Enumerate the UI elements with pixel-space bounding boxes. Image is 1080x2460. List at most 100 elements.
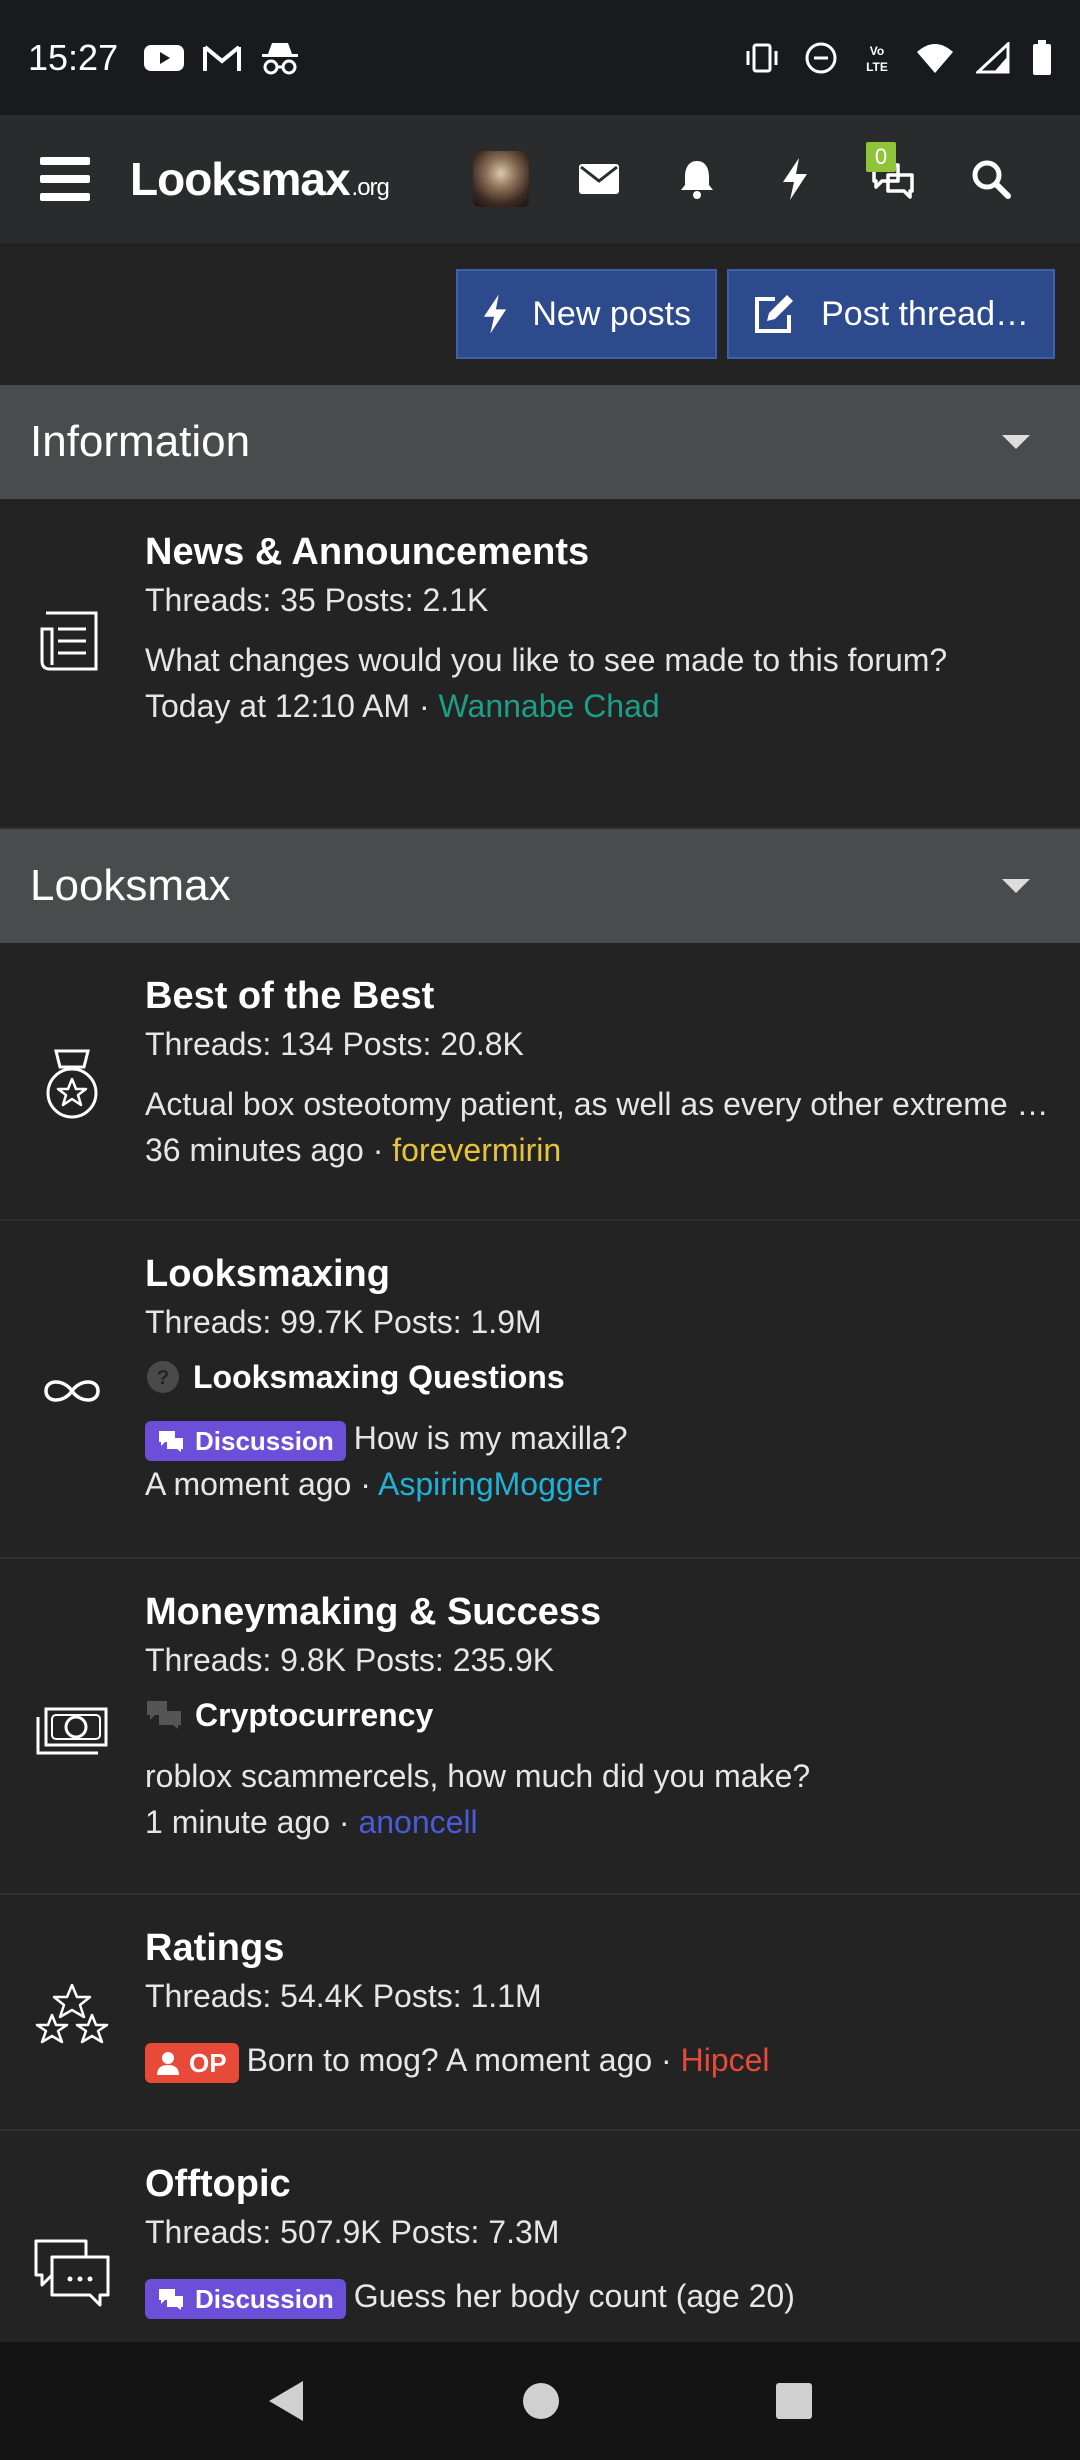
forum-stats: Threads: 99.7K Posts: 1.9M: [145, 1304, 542, 1340]
forum-row-offtopic[interactable]: Offtopic Threads: 507.9K Posts: 7.3M Dis…: [0, 2131, 1080, 2342]
app-header: Looksmax.org 0: [0, 115, 1080, 243]
discussion-prefix[interactable]: Discussion: [145, 1420, 346, 1461]
document-icon: [40, 611, 98, 671]
latest-meta: Today at 12:10 AM · Wannabe Chad: [145, 683, 1060, 729]
post-thread-label: Post thread…: [821, 294, 1029, 333]
comments-icon: [34, 2239, 110, 2307]
forum-row-news[interactable]: News & Announcements Threads: 35 Posts: …: [0, 499, 1080, 829]
forum-stats: Threads: 507.9K Posts: 7.3M: [145, 2214, 560, 2250]
category-header-looksmax[interactable]: Looksmax: [0, 829, 1080, 943]
back-icon[interactable]: [267, 2379, 307, 2423]
forum-title[interactable]: News & Announcements: [145, 529, 1060, 575]
recents-icon[interactable]: [775, 2382, 813, 2420]
battery-icon: [1032, 39, 1052, 76]
wifi-icon: [916, 42, 954, 74]
menu-icon[interactable]: [40, 157, 90, 201]
conversations-badge: 0: [866, 142, 896, 172]
infinity-icon: [44, 1380, 100, 1402]
gmail-icon: [202, 43, 242, 73]
latest-thread-link[interactable]: Born to mog?: [247, 2042, 439, 2078]
whats-new-button[interactable]: [746, 130, 844, 228]
question-icon: ?: [147, 1361, 179, 1393]
forum-title[interactable]: Looksmaxing: [145, 1251, 1060, 1297]
post-thread-button[interactable]: Post thread…: [727, 269, 1055, 359]
prefix-label: Discussion: [195, 1425, 334, 1456]
forum-stats: Threads: 35 Posts: 2.1K: [145, 582, 489, 618]
separator: ·: [418, 688, 430, 724]
home-icon[interactable]: [521, 2381, 561, 2421]
svg-text:LTE: LTE: [866, 60, 888, 74]
chat-bubbles-icon: [147, 1701, 181, 1729]
forum-stats: Threads: 9.8K Posts: 235.9K: [145, 1642, 555, 1678]
discussion-prefix[interactable]: Discussion: [145, 2278, 346, 2319]
forum-stats: Threads: 134 Posts: 20.8K: [145, 1026, 524, 1062]
search-button[interactable]: [942, 130, 1040, 228]
latest-user[interactable]: AspiringMogger: [378, 1466, 602, 1502]
latest-time: 1 minute ago: [145, 1804, 331, 1840]
latest-thread-link[interactable]: What changes would you like to see made …: [145, 637, 1060, 683]
latest-time: Today at 12:10 AM: [145, 688, 411, 724]
logo-text: Looksmax: [130, 153, 351, 205]
stars-icon: [35, 1983, 109, 2044]
forum-row-best-of-the-best[interactable]: Best of the Best Threads: 134 Posts: 20.…: [0, 943, 1080, 1221]
collapse-icon[interactable]: [1002, 879, 1030, 893]
chat-icon: [159, 2288, 183, 2310]
incognito-icon: [260, 40, 300, 76]
system-nav-bar: [0, 2342, 1080, 2460]
logo-suffix: .org: [351, 174, 390, 201]
edit-icon: [755, 295, 794, 333]
category-title: Information: [30, 417, 251, 466]
separator: ·: [372, 1132, 384, 1168]
status-time: 15:27: [28, 36, 119, 78]
op-prefix[interactable]: OP: [145, 2042, 239, 2083]
forum-title[interactable]: Moneymaking & Success: [145, 1589, 1060, 1635]
svg-text:Vo: Vo: [870, 44, 884, 58]
latest-user[interactable]: Hipcel: [681, 2042, 770, 2078]
latest-meta: 1 minute ago · anoncell: [145, 1799, 1060, 1845]
forum-title[interactable]: Ratings: [145, 1925, 1060, 1971]
new-posts-label: New posts: [532, 294, 692, 333]
latest-thread-line: Discussion Guess her body count (age 20): [145, 2273, 1060, 2319]
forum-title[interactable]: Offtopic: [145, 2161, 1060, 2207]
conversations-button[interactable]: 0: [844, 130, 942, 228]
latest-user[interactable]: forevermirin: [392, 1132, 561, 1168]
site-logo[interactable]: Looksmax.org: [130, 152, 390, 206]
collapse-icon[interactable]: [1002, 435, 1030, 449]
latest-user[interactable]: Wannabe Chad: [439, 688, 660, 724]
latest-thread-link[interactable]: Actual box osteotomy patient, as well as…: [145, 1081, 1060, 1127]
forum-title[interactable]: Best of the Best: [145, 973, 1060, 1019]
subforum-link[interactable]: ? Looksmaxing Questions: [145, 1349, 1060, 1405]
latest-time: A moment ago: [145, 1466, 352, 1502]
status-bar: 15:27 Vo LTE: [0, 0, 1080, 115]
forum-row-looksmaxing[interactable]: Looksmaxing Threads: 99.7K Posts: 1.9M ?…: [0, 1221, 1080, 1559]
action-row: New posts Post thread…: [0, 243, 1080, 385]
cell-signal-icon: [976, 41, 1010, 74]
latest-thread-link[interactable]: How is my maxilla?: [354, 1420, 628, 1456]
separator: ·: [360, 1466, 371, 1502]
prefix-label: Discussion: [195, 2283, 334, 2314]
latest-thread-link[interactable]: roblox scammercels, how much did you mak…: [145, 1753, 1060, 1799]
latest-thread-line: Discussion How is my maxilla?: [145, 1415, 1060, 1461]
category-header-information[interactable]: Information: [0, 385, 1080, 499]
forum-stats: Threads: 54.4K Posts: 1.1M: [145, 1978, 542, 2014]
bell-icon: [681, 161, 713, 199]
avatar-button[interactable]: [452, 130, 550, 228]
forum-row-moneymaking[interactable]: Moneymaking & Success Threads: 9.8K Post…: [0, 1559, 1080, 1895]
user-icon: [157, 2051, 179, 2075]
subforum-link[interactable]: Cryptocurrency: [145, 1687, 1060, 1743]
latest-user[interactable]: anoncell: [358, 1804, 477, 1840]
lightning-icon: [484, 294, 507, 334]
new-posts-button[interactable]: New posts: [456, 269, 718, 359]
medal-icon: [46, 1049, 98, 1119]
subforum-label: Looksmaxing Questions: [193, 1359, 565, 1395]
alerts-button[interactable]: [648, 130, 746, 228]
latest-time: 36 minutes ago: [145, 1132, 364, 1168]
separator: ·: [661, 2042, 672, 2078]
inbox-button[interactable]: [550, 130, 648, 228]
latest-thread-link[interactable]: Guess her body count (age 20): [354, 2278, 795, 2314]
chat-icon: [159, 1430, 183, 1452]
category-title: Looksmax: [30, 861, 231, 910]
forum-row-ratings[interactable]: Ratings Threads: 54.4K Posts: 1.1M OP Bo…: [0, 1895, 1080, 2131]
latest-meta: 36 minutes ago · forevermirin: [145, 1127, 1060, 1173]
latest-time: A moment ago: [445, 2042, 653, 2078]
